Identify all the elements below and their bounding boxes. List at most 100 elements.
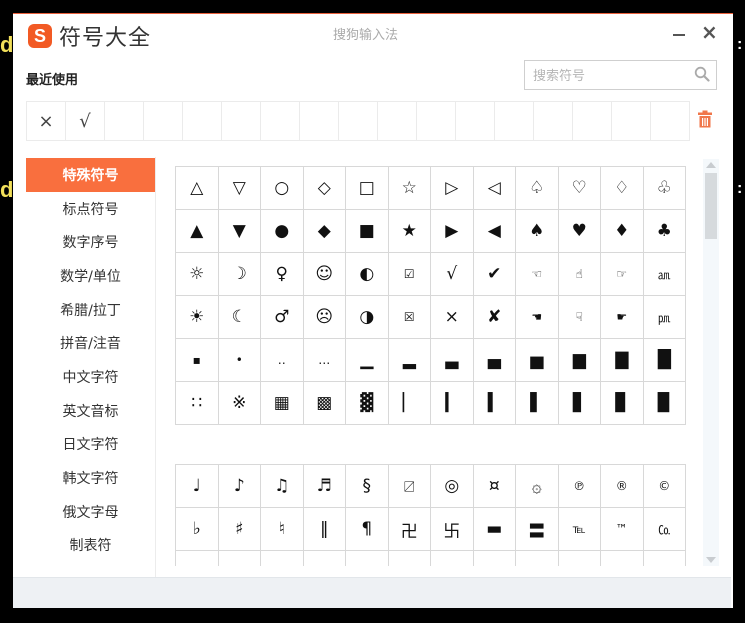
symbol-cell[interactable]: © bbox=[643, 465, 686, 508]
symbol-cell[interactable]: ♯ bbox=[218, 508, 261, 551]
symbol-cell[interactable]: ▅ bbox=[516, 339, 559, 382]
symbol-cell[interactable]: ¶ bbox=[346, 508, 389, 551]
symbol-cell[interactable]: █ bbox=[643, 339, 686, 382]
symbol-cell[interactable]: ◀ bbox=[473, 210, 516, 253]
sidebar-item-category[interactable]: 数字序号 bbox=[26, 225, 155, 259]
symbol-cell[interactable] bbox=[559, 551, 601, 566]
recent-symbol-cell[interactable] bbox=[495, 102, 534, 140]
symbol-cell[interactable]: ☟ bbox=[558, 296, 601, 339]
symbol-cell[interactable]: ☜ bbox=[516, 253, 559, 296]
symbol-cell[interactable]: 〼 bbox=[388, 465, 431, 508]
scroll-down-arrow-icon[interactable] bbox=[706, 557, 716, 563]
recent-symbol-cell[interactable] bbox=[339, 102, 378, 140]
search-box[interactable] bbox=[524, 60, 717, 90]
symbol-cell[interactable]: ♠ bbox=[516, 210, 559, 253]
symbol-cell[interactable]: √ bbox=[431, 253, 474, 296]
symbol-cell[interactable]: ☀ bbox=[176, 296, 219, 339]
symbol-cell[interactable]: ∷ bbox=[176, 382, 219, 425]
symbol-cell[interactable]: ♣ bbox=[643, 210, 686, 253]
recent-symbol-cell[interactable] bbox=[612, 102, 651, 140]
trash-icon[interactable] bbox=[697, 110, 713, 128]
symbol-cell[interactable]: ♡ bbox=[558, 167, 601, 210]
symbol-cell[interactable]: ℡ bbox=[558, 508, 601, 551]
symbol-cell[interactable]: ℗ bbox=[558, 465, 601, 508]
recent-symbol-cell[interactable]: × bbox=[27, 102, 66, 140]
recent-symbol-cell[interactable] bbox=[105, 102, 144, 140]
symbol-cell[interactable]: ♀ bbox=[261, 253, 304, 296]
recent-symbol-cell[interactable] bbox=[261, 102, 300, 140]
symbol-cell[interactable]: △ bbox=[176, 167, 219, 210]
symbol-cell[interactable]: ☑ bbox=[388, 253, 431, 296]
recent-symbol-cell[interactable] bbox=[651, 102, 690, 140]
symbol-cell[interactable]: ▶ bbox=[431, 210, 474, 253]
search-input[interactable] bbox=[531, 66, 695, 86]
symbol-cell[interactable] bbox=[644, 551, 686, 566]
symbol-cell[interactable] bbox=[346, 551, 389, 566]
symbol-cell[interactable]: ▆ bbox=[558, 339, 601, 382]
symbol-cell[interactable]: × bbox=[431, 296, 474, 339]
sidebar-item-category[interactable]: 特殊符号 bbox=[26, 158, 155, 192]
symbol-cell[interactable]: ▊ bbox=[601, 382, 644, 425]
symbol-cell[interactable]: ▍ bbox=[473, 382, 516, 425]
symbol-cell[interactable]: ♮ bbox=[261, 508, 304, 551]
symbol-cell[interactable]: ◑ bbox=[346, 296, 389, 339]
recent-symbol-cell[interactable]: √ bbox=[66, 102, 105, 140]
recent-symbol-cell[interactable] bbox=[378, 102, 417, 140]
symbol-cell[interactable]: ▋ bbox=[558, 382, 601, 425]
symbol-cell[interactable]: ○ bbox=[261, 167, 304, 210]
symbol-cell[interactable]: ▃ bbox=[431, 339, 474, 382]
symbol-cell[interactable]: ▲ bbox=[176, 210, 219, 253]
sidebar-item-category[interactable]: 韩文字符 bbox=[26, 461, 155, 495]
minimize-button[interactable] bbox=[669, 23, 689, 43]
symbol-cell[interactable]: ♥ bbox=[558, 210, 601, 253]
sidebar-item-category[interactable]: 日文字符 bbox=[26, 428, 155, 462]
symbol-cell[interactable]: ◎ bbox=[431, 465, 474, 508]
symbol-cell[interactable] bbox=[304, 551, 346, 566]
symbol-cell[interactable]: ▁ bbox=[346, 339, 389, 382]
symbol-cell[interactable]: ▏ bbox=[388, 382, 431, 425]
symbol-cell[interactable]: ▎ bbox=[431, 382, 474, 425]
symbol-cell[interactable]: ☹ bbox=[303, 296, 346, 339]
symbol-cell[interactable]: ▄ bbox=[473, 339, 516, 382]
scroll-thumb[interactable] bbox=[705, 173, 717, 239]
search-icon[interactable] bbox=[694, 66, 710, 82]
symbol-cell[interactable] bbox=[389, 551, 431, 566]
recent-symbol-cell[interactable] bbox=[534, 102, 573, 140]
symbol-cell[interactable]: ▇ bbox=[601, 339, 644, 382]
symbol-cell[interactable] bbox=[516, 551, 559, 566]
symbol-cell[interactable]: ♬ bbox=[303, 465, 346, 508]
symbol-cell[interactable]: ※ bbox=[218, 382, 261, 425]
symbol-cell[interactable]: ♤ bbox=[516, 167, 559, 210]
sidebar-item-category[interactable]: 拼音/注音 bbox=[26, 326, 155, 360]
symbol-cell[interactable]: ☛ bbox=[601, 296, 644, 339]
symbol-cell[interactable]: ☺ bbox=[303, 253, 346, 296]
symbol-cell[interactable]: ㏇ bbox=[643, 508, 686, 551]
symbol-cell[interactable]: ‖ bbox=[303, 508, 346, 551]
sidebar-item-category[interactable]: 英文音标 bbox=[26, 394, 155, 428]
symbol-cell[interactable]: ‥ bbox=[261, 339, 304, 382]
symbol-cell[interactable] bbox=[474, 551, 516, 566]
symbol-cell[interactable]: ♩ bbox=[176, 465, 219, 508]
symbol-cell[interactable] bbox=[601, 551, 644, 566]
symbol-cell[interactable]: ㏘ bbox=[643, 296, 686, 339]
symbol-cell[interactable]: ☒ bbox=[388, 296, 431, 339]
recent-symbol-cell[interactable] bbox=[183, 102, 222, 140]
symbol-cell[interactable]: … bbox=[303, 339, 346, 382]
recent-symbol-cell[interactable] bbox=[573, 102, 612, 140]
symbol-cell[interactable]: ▌ bbox=[516, 382, 559, 425]
symbol-cell[interactable]: ☾ bbox=[218, 296, 261, 339]
symbol-cell[interactable]: ▉ bbox=[643, 382, 686, 425]
symbol-cell[interactable]: • bbox=[218, 339, 261, 382]
symbol-cell[interactable]: ♂ bbox=[261, 296, 304, 339]
sidebar-item-category[interactable]: 数学/单位 bbox=[26, 259, 155, 293]
symbol-cell[interactable]: ™ bbox=[601, 508, 644, 551]
symbol-cell[interactable]: ☽ bbox=[218, 253, 261, 296]
symbol-cell[interactable]: 卐 bbox=[431, 508, 474, 551]
symbol-cell[interactable]: ■ bbox=[346, 210, 389, 253]
symbol-cell[interactable] bbox=[219, 551, 261, 566]
symbol-cell[interactable]: ▷ bbox=[431, 167, 474, 210]
sidebar-item-category[interactable]: 中文字符 bbox=[26, 360, 155, 394]
sidebar-item-category[interactable]: 制表符 bbox=[26, 529, 155, 563]
recent-symbol-cell[interactable] bbox=[456, 102, 495, 140]
symbol-cell[interactable]: ۞ bbox=[516, 465, 559, 508]
